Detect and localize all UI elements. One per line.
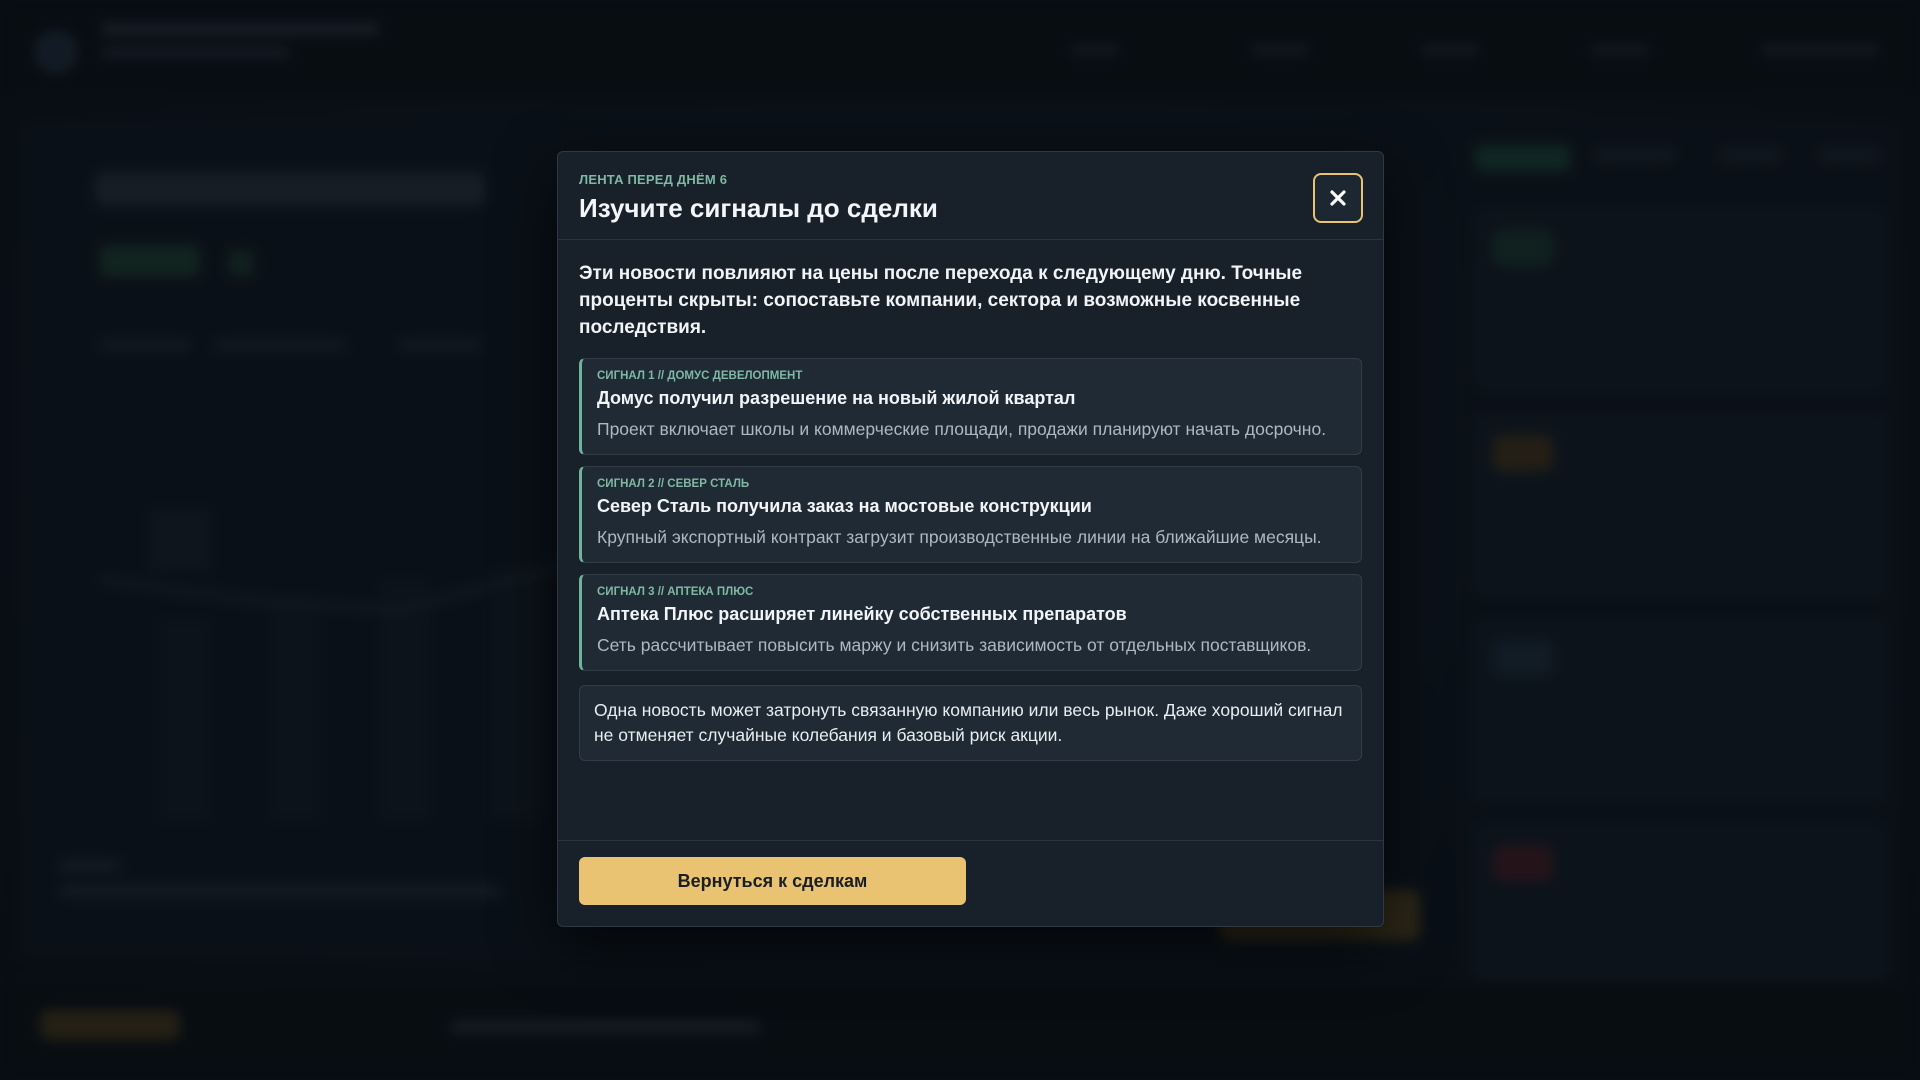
signal-tag: СИГНАЛ 2 // СЕВЕР СТАЛЬ	[597, 478, 750, 490]
risk-note-text: Одна новость может затронуть связанную к…	[594, 700, 1343, 745]
signal-tag: СИГНАЛ 1 // ДОМУС ДЕВЕЛОПМЕНТ	[597, 370, 803, 382]
risk-note: Одна новость может затронуть связанную к…	[579, 685, 1362, 761]
close-button[interactable]	[1313, 173, 1363, 223]
modal-title: Изучите сигналы до сделки	[579, 193, 938, 223]
modal-header: ЛЕНТА ПЕРЕД ДНЁМ 6 Изучите сигналы до сд…	[558, 152, 1383, 240]
intro-text: Эти новости повлияют на цены после перех…	[579, 263, 1303, 338]
signal-title: Домус получил разрешение на новый жилой …	[597, 388, 1076, 408]
signal-card-1: СИГНАЛ 1 // ДОМУС ДЕВЕЛОПМЕНТ Домус полу…	[579, 358, 1362, 455]
modal-footer: Вернуться к сделкам	[558, 840, 1383, 926]
signal-text: Проект включает школы и коммерческие пло…	[597, 419, 1327, 439]
signal-card-2: СИГНАЛ 2 // СЕВЕР СТАЛЬ Север Сталь полу…	[579, 466, 1362, 563]
close-icon	[1330, 190, 1346, 206]
news-signals-modal: ЛЕНТА ПЕРЕД ДНЁМ 6 Изучите сигналы до сд…	[557, 151, 1384, 927]
signal-title: Север Сталь получила заказ на мостовые к…	[597, 496, 1092, 516]
signal-text: Сеть рассчитывает повысить маржу и снизи…	[597, 635, 1312, 655]
signal-title: Аптека Плюс расширяет линейку собственны…	[597, 604, 1127, 624]
signal-text: Крупный экспортный контракт загрузит про…	[597, 527, 1322, 547]
signal-card-3: СИГНАЛ 3 // АПТЕКА ПЛЮС Аптека Плюс расш…	[579, 574, 1362, 671]
signal-tag: СИГНАЛ 3 // АПТЕКА ПЛЮС	[597, 586, 754, 598]
modal-eyebrow: ЛЕНТА ПЕРЕД ДНЁМ 6	[579, 172, 728, 187]
back-to-trades-button[interactable]: Вернуться к сделкам	[579, 857, 966, 905]
modal-body: Эти новости повлияют на цены после перех…	[558, 240, 1383, 761]
